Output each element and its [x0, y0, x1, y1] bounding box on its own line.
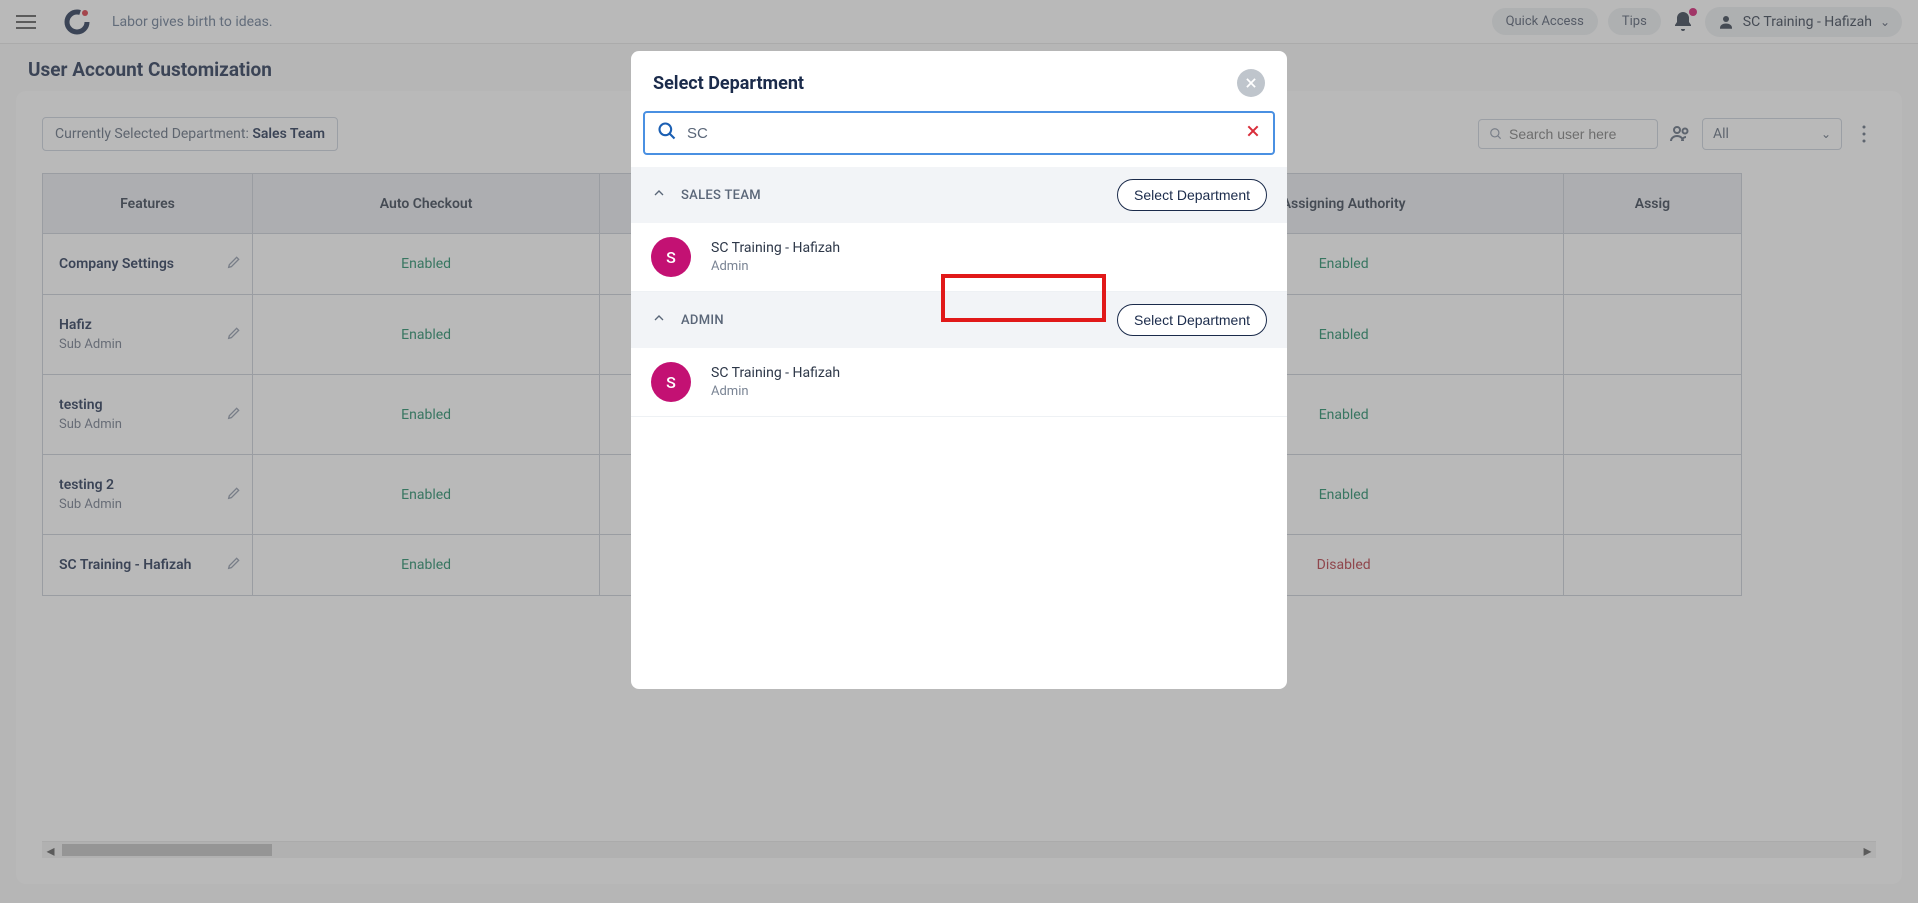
search-icon — [657, 121, 677, 145]
close-icon — [1244, 76, 1258, 90]
member-row[interactable]: S SC Training - Hafizah Admin — [631, 348, 1287, 417]
member-role: Admin — [711, 384, 840, 399]
close-modal-button[interactable] — [1237, 69, 1265, 97]
member-name: SC Training - Hafizah — [711, 365, 840, 381]
modal-search-field[interactable] — [643, 111, 1275, 155]
chevron-up-icon[interactable] — [651, 185, 667, 205]
select-department-modal: Select Department SALES TEAM Select Depar… — [631, 51, 1287, 689]
member-name: SC Training - Hafizah — [711, 240, 840, 256]
avatar: S — [651, 237, 691, 277]
chevron-up-icon[interactable] — [651, 310, 667, 330]
member-role: Admin — [711, 259, 840, 274]
clear-search-button[interactable] — [1245, 123, 1261, 143]
department-group-header: ADMIN Select Department — [631, 292, 1287, 348]
department-group-header: SALES TEAM Select Department — [631, 167, 1287, 223]
avatar: S — [651, 362, 691, 402]
close-icon — [1245, 123, 1261, 139]
select-department-button[interactable]: Select Department — [1117, 304, 1267, 336]
member-row[interactable]: S SC Training - Hafizah Admin — [631, 223, 1287, 292]
modal-search-input[interactable] — [687, 125, 1235, 142]
group-name: SALES TEAM — [681, 188, 761, 203]
modal-title: Select Department — [653, 73, 804, 94]
group-name: ADMIN — [681, 313, 724, 328]
modal-body: SALES TEAM Select Department S SC Training … — [631, 167, 1287, 689]
select-department-button[interactable]: Select Department — [1117, 179, 1267, 211]
